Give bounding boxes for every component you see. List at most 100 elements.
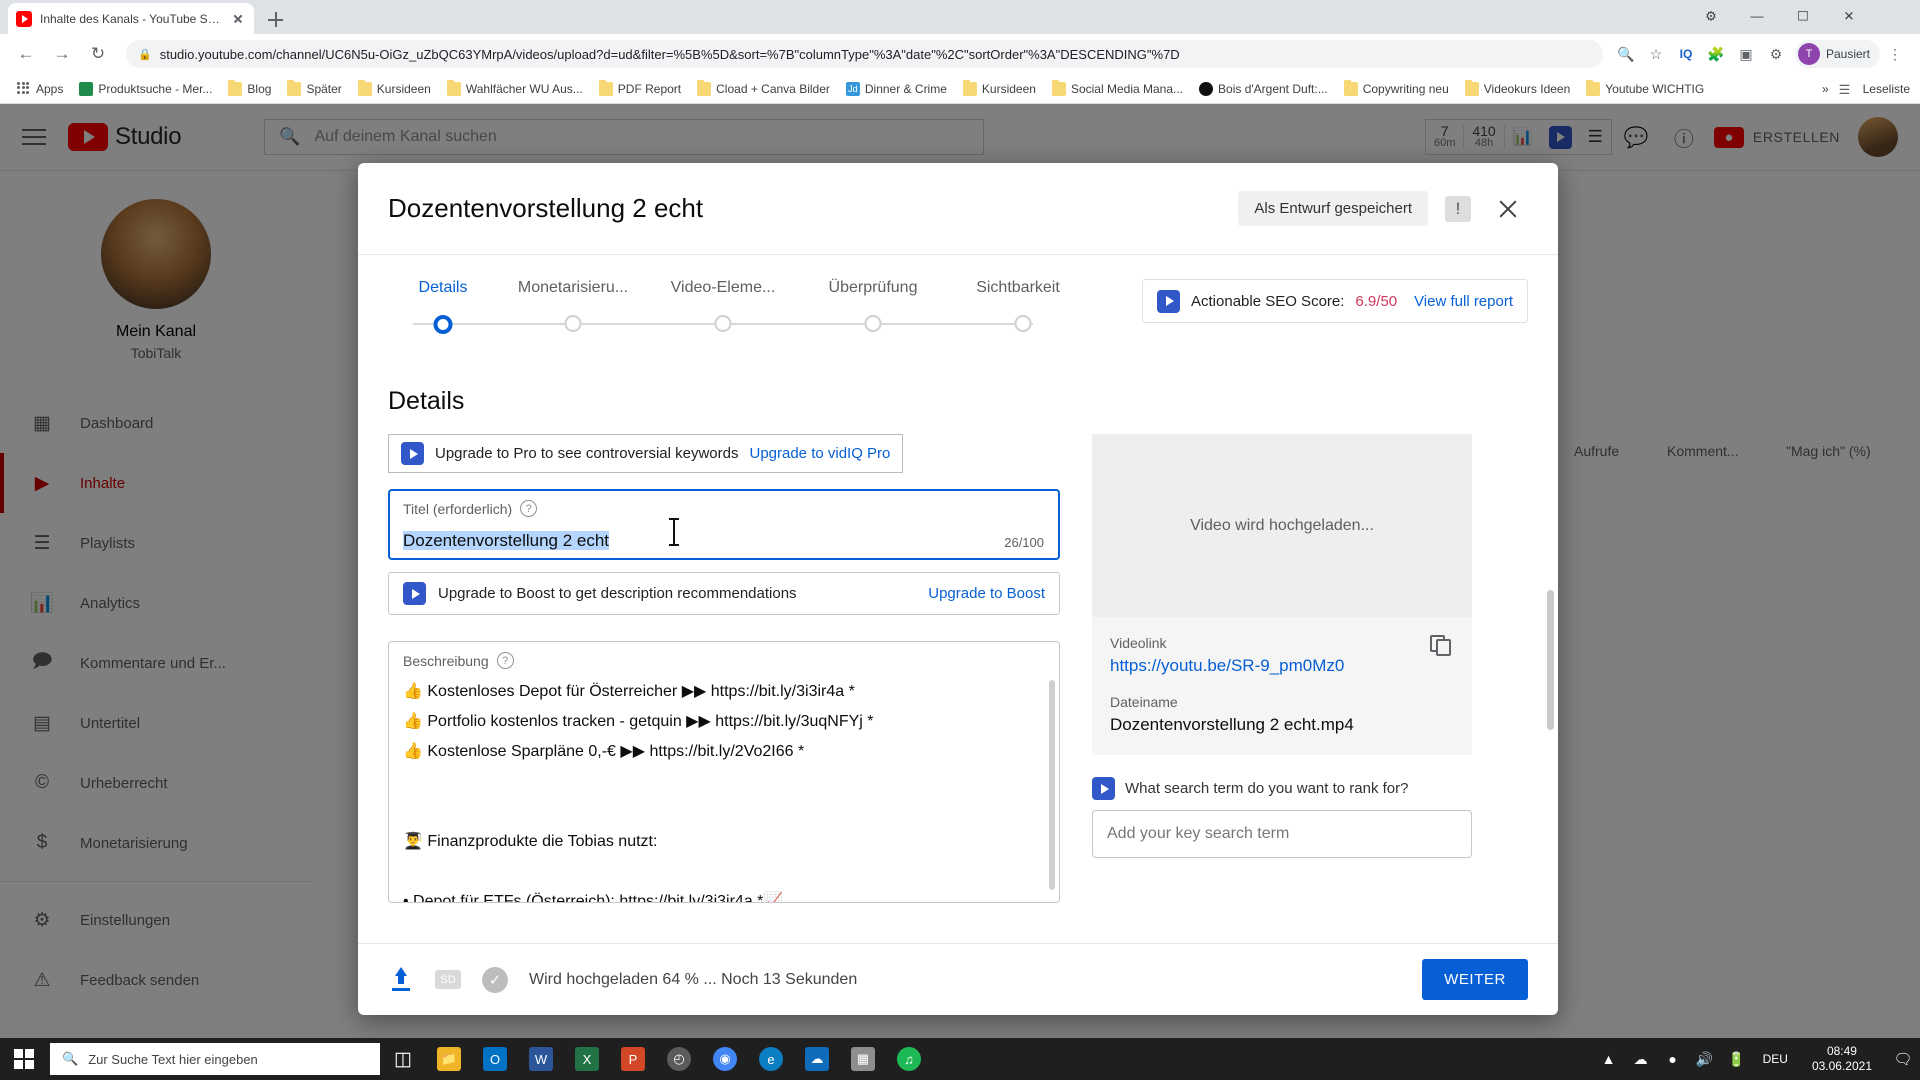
video-thumbnail-placeholder: Video wird hochgeladen...	[1092, 434, 1472, 617]
description-field-label-row: Beschreibung ?	[403, 652, 1045, 669]
edge-icon[interactable]: e	[748, 1038, 794, 1080]
vidiq-pro-banner[interactable]: Upgrade to Pro to see controversial keyw…	[388, 434, 903, 473]
bookmark-item[interactable]: Cload + Canva Bilder	[690, 79, 837, 99]
dialog-scrollbar[interactable]	[1547, 590, 1554, 730]
spotify-icon[interactable]: ♫	[886, 1038, 932, 1080]
vidiq-iq-icon[interactable]: IQ	[1671, 39, 1701, 69]
title-field-value[interactable]: Dozentenvorstellung 2 echt	[403, 531, 1045, 551]
powerpoint-icon[interactable]: P	[610, 1038, 656, 1080]
page-title: Dozentenvorstellung 2 echt	[388, 193, 703, 224]
extensions-icon[interactable]: ⚙	[1761, 39, 1791, 69]
vidiq-boost-banner-text: Upgrade to Boost to get description reco…	[438, 585, 797, 602]
upgrade-to-boost-link[interactable]: Upgrade to Boost	[928, 585, 1045, 602]
volume-icon[interactable]: 🔊	[1689, 1038, 1721, 1080]
profile-button[interactable]: T Pausiert	[1795, 40, 1880, 68]
clock-app-icon[interactable]: ◴	[656, 1038, 702, 1080]
bookmark-apps[interactable]: Apps	[10, 79, 70, 99]
video-meta-box: Videolink https://youtu.be/SR-9_pm0Mz0 D…	[1092, 617, 1472, 755]
excel-icon[interactable]: X	[564, 1038, 610, 1080]
bookmark-item[interactable]: Jd Dinner & Crime	[839, 79, 954, 99]
copy-icon[interactable]	[1430, 635, 1454, 659]
view-full-report-link[interactable]: View full report	[1414, 293, 1513, 310]
description-scrollbar[interactable]	[1049, 680, 1055, 890]
close-icon[interactable]	[1488, 189, 1528, 229]
bookmark-item[interactable]: Youtube WICHTIG	[1579, 79, 1711, 99]
window-maximize-button[interactable]: ☐	[1780, 0, 1826, 32]
new-tab-button[interactable]	[262, 6, 290, 34]
bookmark-item[interactable]: PDF Report	[592, 79, 688, 99]
description-field[interactable]: Beschreibung ? 👍 Kostenloses Depot für Ö…	[388, 641, 1060, 903]
key-search-term-input[interactable]: Add your key search term	[1092, 810, 1472, 858]
bookmark-star-icon[interactable]: ☆	[1641, 39, 1671, 69]
tab-ueberpruefung[interactable]: Überprüfung	[798, 279, 948, 297]
three-dot-menu-icon[interactable]: ⋮	[1880, 39, 1910, 69]
seo-score-card[interactable]: Actionable SEO Score: 6.9/50 View full r…	[1142, 279, 1528, 323]
notification-icon[interactable]: 🗨	[1886, 1038, 1920, 1080]
bookmark-item[interactable]: Copywriting neu	[1337, 79, 1456, 99]
window-close-button[interactable]: ✕	[1826, 0, 1872, 32]
bookmark-item[interactable]: Blog	[221, 79, 278, 99]
address-bar[interactable]: 🔒 studio.youtube.com/channel/UC6N5u-OiGz…	[126, 40, 1603, 68]
title-field-label: Titel (erforderlich)	[403, 501, 512, 517]
bookmark-item[interactable]: Social Media Mana...	[1045, 79, 1190, 99]
step-dot-video-elemente[interactable]	[715, 315, 732, 332]
reload-button[interactable]: ↻	[82, 38, 114, 70]
forward-button[interactable]: →	[46, 38, 78, 70]
bookmark-label: Dinner & Crime	[865, 82, 947, 96]
help-circle-icon[interactable]: ?	[520, 500, 537, 517]
next-button[interactable]: WEITER	[1422, 959, 1528, 1000]
video-link-value[interactable]: https://youtu.be/SR-9_pm0Mz0	[1110, 656, 1454, 676]
bookmark-item[interactable]: Kursideen	[956, 79, 1043, 99]
bookmarks-overflow-button[interactable]: »	[1822, 82, 1829, 96]
dialog-body: Details Monetarisieru... Video-Eleme... …	[358, 255, 1558, 943]
taskbar-search-input[interactable]: 🔍 Zur Suche Text hier eingeben	[50, 1043, 380, 1075]
task-view-icon[interactable]: ◫	[380, 1038, 426, 1080]
back-button[interactable]: ←	[10, 38, 42, 70]
chevron-up-icon[interactable]: ▲	[1593, 1038, 1625, 1080]
battery-icon[interactable]: 🔋	[1721, 1038, 1753, 1080]
bookmark-item[interactable]: Später	[280, 79, 348, 99]
help-circle-icon[interactable]: ?	[497, 652, 514, 669]
file-name-label: Dateiname	[1110, 694, 1454, 710]
close-icon[interactable]	[230, 11, 246, 27]
youtube-icon	[16, 11, 32, 27]
vidiq-boost-banner[interactable]: Upgrade to Boost to get description reco…	[388, 572, 1060, 615]
notepad-icon[interactable]: ▦	[840, 1038, 886, 1080]
cast-icon[interactable]: ▣	[1731, 39, 1761, 69]
reading-list-label[interactable]: Leseliste	[1863, 82, 1910, 96]
file-explorer-icon[interactable]: 📁	[426, 1038, 472, 1080]
bookmark-item[interactable]: Videokurs Ideen	[1458, 79, 1578, 99]
bookmark-item[interactable]: Bois d'Argent Duft:...	[1192, 79, 1335, 99]
network-icon[interactable]: ●	[1657, 1038, 1689, 1080]
word-icon[interactable]: W	[518, 1038, 564, 1080]
bookmark-item[interactable]: Kursideen	[351, 79, 438, 99]
language-indicator[interactable]: DEU	[1753, 1052, 1798, 1066]
extension-puzzle-icon[interactable]: 🧩	[1701, 39, 1731, 69]
outlook-icon[interactable]: O	[472, 1038, 518, 1080]
step-dot-sichtbarkeit[interactable]	[1015, 315, 1032, 332]
description-line	[403, 767, 1045, 797]
extensions-tray-icon[interactable]: ⚙	[1688, 0, 1734, 32]
windows-start-icon[interactable]	[0, 1038, 48, 1080]
clock[interactable]: 08:49 03.06.2021	[1798, 1044, 1886, 1074]
bookmark-item[interactable]: Wahlfächer WU Aus...	[440, 79, 590, 99]
browser-tab[interactable]: Inhalte des Kanals - YouTube Stu...	[8, 3, 254, 34]
onedrive-tray-icon[interactable]: ☁	[1625, 1038, 1657, 1080]
tab-sichtbarkeit[interactable]: Sichtbarkeit	[948, 279, 1088, 297]
tab-details[interactable]: Details	[388, 279, 498, 297]
bookmark-item[interactable]: Produktsuche - Mer...	[72, 79, 219, 99]
window-minimize-button[interactable]: —	[1734, 0, 1780, 32]
step-dot-details[interactable]	[434, 315, 453, 334]
exclamation-icon[interactable]: !	[1438, 189, 1478, 229]
onedrive-icon[interactable]: ☁	[794, 1038, 840, 1080]
step-dot-monetarisierung[interactable]	[565, 315, 582, 332]
step-dot-ueberpruefung[interactable]	[865, 315, 882, 332]
tab-video-elemente[interactable]: Video-Eleme...	[648, 279, 798, 297]
upload-arrow-icon	[388, 967, 414, 993]
dialog-header: Dozentenvorstellung 2 echt Als Entwurf g…	[358, 163, 1558, 255]
chrome-icon[interactable]: ◉	[702, 1038, 748, 1080]
tab-monetarisierung[interactable]: Monetarisieru...	[498, 279, 648, 297]
zoom-icon[interactable]: 🔍	[1611, 39, 1641, 69]
title-field[interactable]: Titel (erforderlich) ? Dozentenvorstellu…	[388, 489, 1060, 560]
upgrade-to-vidiq-pro-link[interactable]: Upgrade to vidIQ Pro	[749, 445, 890, 462]
